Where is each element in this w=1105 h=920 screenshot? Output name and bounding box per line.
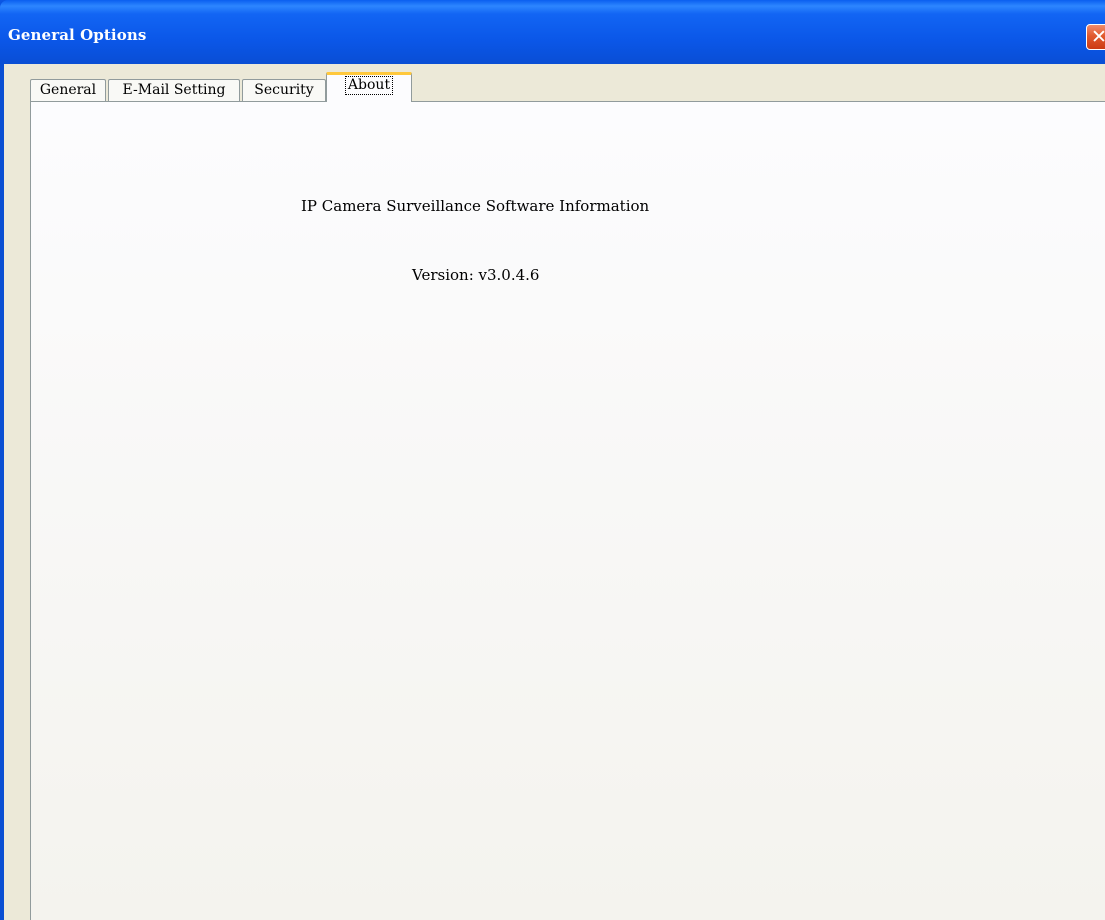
tab-security-label: Security [254, 82, 314, 98]
tab-general-label: General [39, 82, 97, 98]
dialog-client-area: General E-Mail Setting Security About IP… [4, 64, 1105, 920]
window-title: General Options [8, 26, 147, 44]
software-info-title: IP Camera Surveillance Software Informat… [301, 197, 650, 215]
tab-strip: General E-Mail Setting Security About [4, 64, 1105, 104]
tab-general[interactable]: General [30, 79, 106, 101]
close-button[interactable]: ✕ [1086, 24, 1105, 50]
about-panel: IP Camera Surveillance Software Informat… [30, 101, 1105, 920]
close-icon: ✕ [1091, 26, 1105, 48]
tab-about[interactable]: About [326, 72, 412, 102]
tab-email-setting-label: E-Mail Setting [122, 82, 226, 98]
tab-about-label: About [344, 76, 394, 95]
title-bar[interactable]: General Options ✕ [0, 0, 1105, 64]
version-label: Version: v3.0.4.6 [412, 266, 540, 284]
general-options-window: General Options ✕ General E-Mail Setting… [0, 0, 1105, 920]
tab-email-setting[interactable]: E-Mail Setting [108, 79, 240, 101]
tab-security[interactable]: Security [242, 79, 326, 101]
